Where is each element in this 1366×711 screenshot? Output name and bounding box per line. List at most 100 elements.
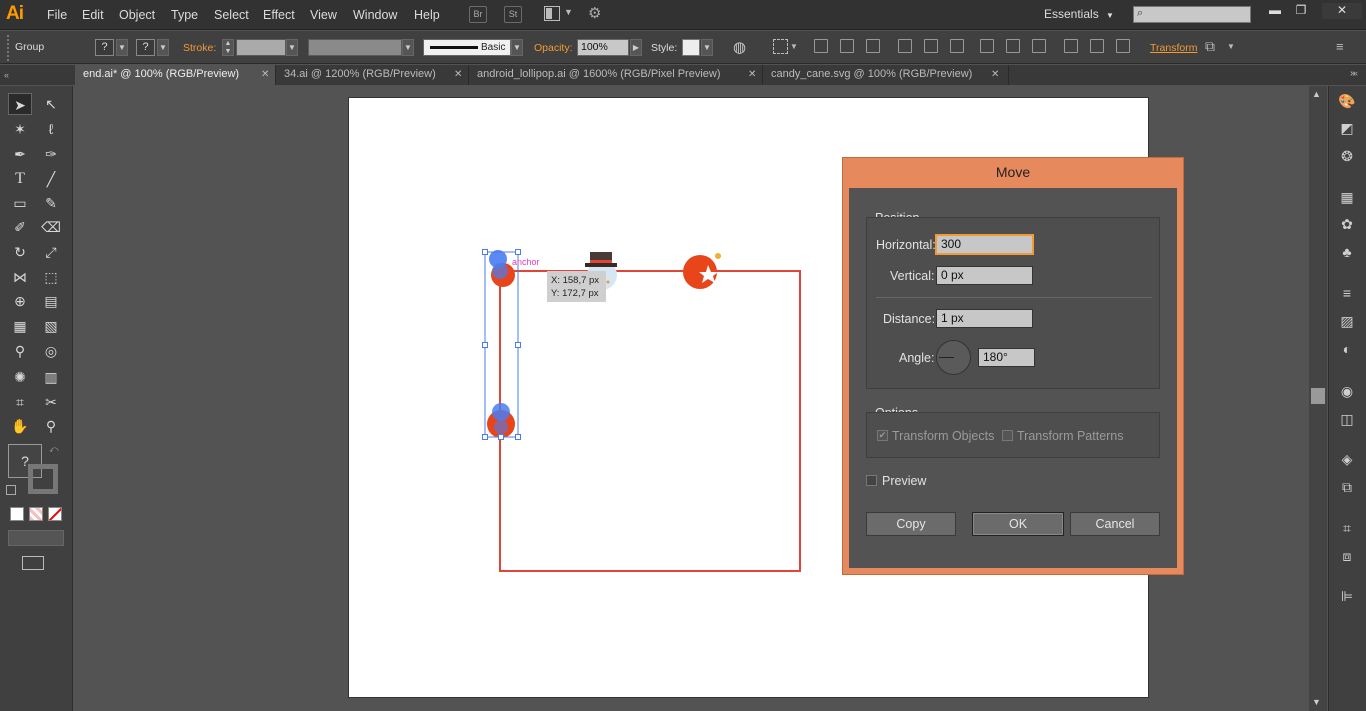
selected-ornament-bottom[interactable] [487, 403, 515, 438]
vertical-distribute-bottom-icon[interactable] [1032, 39, 1046, 53]
horizontal-distribute-center-icon[interactable] [1090, 39, 1104, 53]
close-icon[interactable]: ✕ [454, 65, 462, 84]
workspace-switcher[interactable]: Essentials ▼ [1044, 7, 1114, 21]
control-panel-menu-icon[interactable]: ≡ [1336, 39, 1344, 54]
slice-tool-icon[interactable]: ✂ [39, 391, 63, 413]
copy-button[interactable]: Copy [866, 512, 956, 536]
arrange-dropdown-icon[interactable]: ▼ [564, 7, 573, 17]
curvature-tool-icon[interactable]: ✑ [39, 143, 63, 165]
cc-libraries-icon[interactable]: ❂ [1337, 146, 1357, 166]
menu-view[interactable]: View [310, 8, 337, 22]
vertical-distribute-center-icon[interactable] [1006, 39, 1020, 53]
angle-dial[interactable] [936, 340, 971, 375]
column-graph-tool-icon[interactable]: ▥ [39, 366, 63, 388]
collapse-toolbar-icon[interactable]: « [4, 70, 9, 80]
stroke-label[interactable]: Stroke: [183, 42, 216, 54]
stroke-dropdown-icon[interactable]: ▼ [157, 39, 169, 56]
tab-end-ai[interactable]: end.ai* @ 100% (RGB/Preview) ✕ [75, 65, 276, 85]
rotate-tool-icon[interactable]: ↻ [8, 241, 32, 263]
vertical-distribute-top-icon[interactable] [980, 39, 994, 53]
brush-dropdown-icon[interactable]: ▼ [511, 39, 523, 56]
stroke-panel-icon[interactable]: ≡ [1337, 283, 1357, 303]
cancel-button[interactable]: Cancel [1070, 512, 1160, 536]
tab-34-ai[interactable]: 34.ai @ 1200% (RGB/Preview) ✕ [276, 65, 469, 85]
appearance-panel-icon[interactable]: ◉ [1337, 381, 1357, 401]
vertical-align-top-icon[interactable] [898, 39, 912, 53]
stock-button[interactable]: St [504, 6, 522, 23]
horizontal-align-left-icon[interactable] [814, 39, 828, 53]
tab-android-lollipop[interactable]: android_lollipop.ai @ 1600% (RGB/Pixel P… [469, 65, 763, 85]
eraser-tool-icon[interactable]: ⌫ [39, 216, 63, 238]
menu-effect[interactable]: Effect [263, 8, 295, 22]
horizontal-distribute-left-icon[interactable] [1064, 39, 1078, 53]
graphic-style-swatch[interactable] [682, 39, 700, 56]
opacity-field[interactable]: 100% [577, 39, 629, 56]
selected-ornament-top[interactable] [489, 250, 515, 287]
gradient-panel-icon[interactable]: ▨ [1337, 311, 1357, 331]
transform-link[interactable]: Transform [1150, 42, 1197, 54]
none-mode-icon[interactable] [48, 507, 62, 521]
transform-panel-icon[interactable]: ⌗ [1337, 518, 1357, 538]
menu-type[interactable]: Type [171, 8, 198, 22]
search-input[interactable]: ⌕ [1133, 6, 1251, 23]
control-bar-grip[interactable] [7, 35, 9, 61]
hand-tool-icon[interactable]: ✋ [8, 415, 32, 437]
transform-patterns-checkbox[interactable] [1002, 430, 1013, 441]
align-panel-icon[interactable]: ⊫ [1337, 586, 1357, 606]
zoom-tool-icon[interactable]: ⚲ [39, 415, 63, 437]
swatches-panel-icon[interactable]: ▦ [1337, 187, 1357, 207]
fill-dropdown-icon[interactable]: ▼ [116, 39, 128, 56]
artboard-tool-icon[interactable]: ⌗ [8, 391, 32, 413]
vertical-align-center-icon[interactable] [924, 39, 938, 53]
menu-window[interactable]: Window [353, 8, 397, 22]
angle-field[interactable]: 180° [978, 348, 1035, 367]
stroke-color-swatch[interactable] [28, 464, 58, 494]
horizontal-align-center-icon[interactable] [840, 39, 854, 53]
rectangle-tool-icon[interactable]: ▭ [8, 192, 32, 214]
eyedropper-tool-icon[interactable]: ⚲ [8, 340, 32, 362]
brush-definition[interactable]: Basic [423, 39, 511, 56]
horizontal-align-right-icon[interactable] [866, 39, 880, 53]
close-icon[interactable]: ✕ [748, 65, 756, 84]
align-to-dropdown-icon[interactable]: ▼ [790, 42, 798, 51]
transform-objects-checkbox[interactable]: ✔ [877, 430, 888, 441]
variable-width-profile[interactable] [308, 39, 402, 56]
magic-wand-tool-icon[interactable]: ✶ [8, 118, 32, 140]
free-transform-tool-icon[interactable]: ⬚ [39, 266, 63, 288]
align-to-selection-icon[interactable] [773, 39, 788, 54]
pathfinder-panel-icon[interactable]: ⧈ [1337, 546, 1357, 566]
gradient-tool-icon[interactable]: ▧ [39, 315, 63, 337]
opacity-label[interactable]: Opacity: [534, 42, 573, 54]
line-segment-tool-icon[interactable]: ╱ [39, 168, 63, 190]
vertical-field[interactable]: 0 px [936, 266, 1033, 285]
blend-tool-icon[interactable]: ◎ [39, 340, 63, 362]
isolate-dropdown-icon[interactable]: ▼ [1227, 42, 1235, 51]
close-icon[interactable]: ✕ [261, 65, 269, 84]
ok-button[interactable]: OK [972, 512, 1064, 536]
distance-field[interactable]: 1 px [936, 309, 1033, 328]
perspective-grid-tool-icon[interactable]: ▤ [39, 290, 63, 312]
direct-selection-tool-icon[interactable]: ↖ [39, 93, 63, 115]
menu-object[interactable]: Object [119, 8, 155, 22]
pen-tool-icon[interactable]: ✒ [8, 143, 32, 165]
shaper-tool-icon[interactable]: ✐ [8, 216, 32, 238]
stroke-weight-stepper[interactable]: ▲ ▼ [222, 39, 234, 56]
red-rectangle-path[interactable] [499, 270, 801, 572]
arrange-documents-icon[interactable] [544, 6, 560, 21]
gpu-performance-icon[interactable]: ⚙ [588, 4, 601, 22]
christmas-ornament-illustration[interactable] [683, 253, 721, 289]
artboards-panel-icon[interactable]: ⧉ [1337, 477, 1357, 497]
tab-candy-cane[interactable]: candy_cane.svg @ 100% (RGB/Preview) ✕ [763, 65, 1009, 85]
paintbrush-tool-icon[interactable]: ✎ [39, 192, 63, 214]
lasso-tool-icon[interactable]: ℓ [39, 118, 63, 140]
recolor-artwork-icon[interactable]: ◍ [733, 38, 746, 56]
menu-file[interactable]: File [47, 8, 67, 22]
brushes-panel-icon[interactable]: ✿ [1337, 214, 1357, 234]
selection-tool-icon[interactable]: ➤ [8, 93, 32, 115]
screen-mode-icon[interactable] [22, 556, 44, 570]
symbol-sprayer-tool-icon[interactable]: ✺ [8, 366, 32, 388]
isolate-group-icon[interactable]: ⧉ [1205, 38, 1215, 55]
menu-help[interactable]: Help [414, 8, 440, 22]
color-panel-icon[interactable]: 🎨 [1337, 91, 1357, 111]
type-tool-icon[interactable]: T [8, 168, 32, 190]
